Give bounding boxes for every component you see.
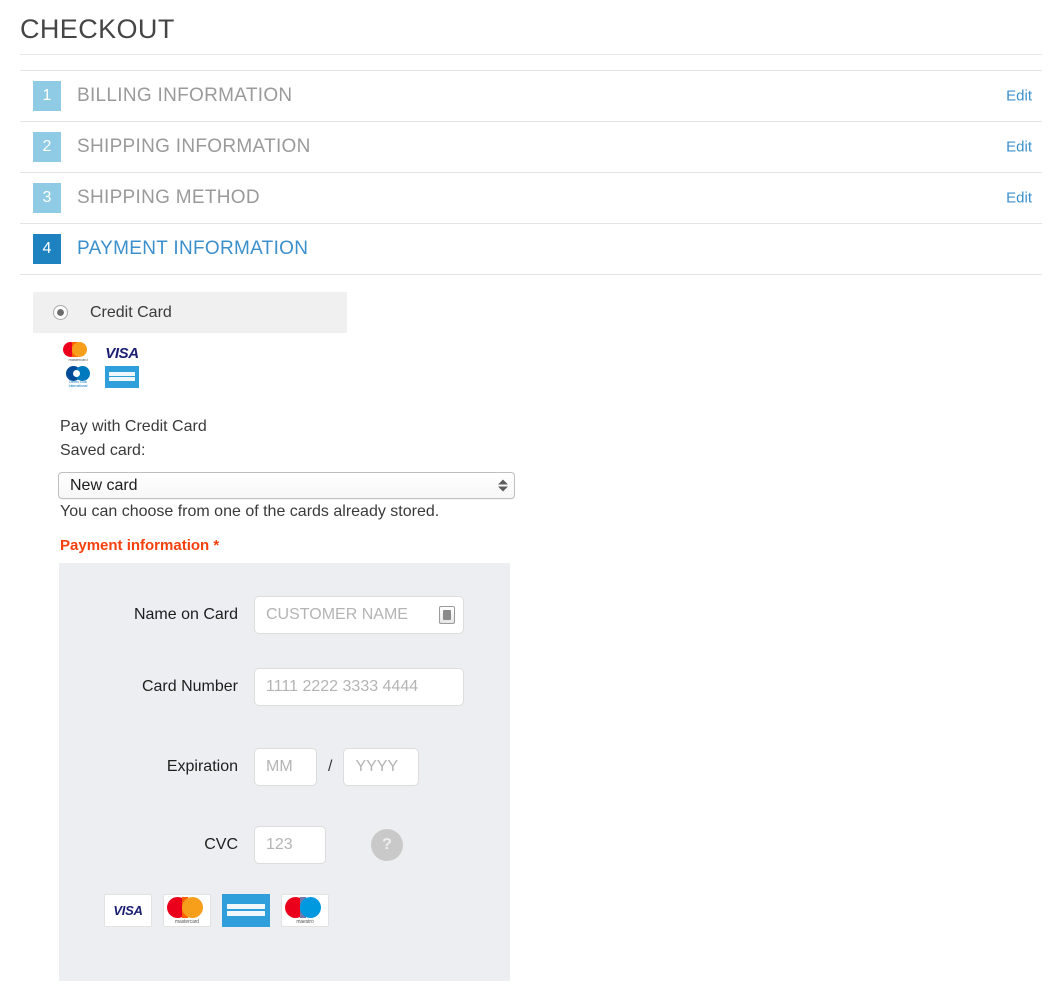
step-number-badge: 1 bbox=[33, 81, 61, 111]
diners-club-icon: Diners Club International bbox=[58, 365, 98, 389]
page-title: CHECKOUT bbox=[20, 14, 175, 44]
checkout-steps: 1 BILLING INFORMATION Edit 2 SHIPPING IN… bbox=[20, 71, 1042, 275]
diners-wordmark-line2: International bbox=[68, 383, 88, 388]
visa-icon: VISA bbox=[104, 894, 152, 927]
input-cvc-placeholder: 123 bbox=[266, 836, 293, 853]
input-cvc[interactable]: 123 bbox=[254, 826, 326, 864]
step-row-payment-information[interactable]: 4 PAYMENT INFORMATION bbox=[20, 224, 1042, 275]
input-expiration-year[interactable]: YYYY bbox=[343, 748, 420, 786]
american-express-icon bbox=[222, 894, 270, 927]
step-title: BILLING INFORMATION bbox=[77, 85, 293, 106]
title-divider-upper bbox=[20, 54, 1042, 55]
input-expiration-month[interactable]: MM bbox=[254, 748, 317, 786]
field-row-expiration: Expiration MM / YYYY bbox=[73, 748, 493, 786]
payment-form-panel: Name on Card CUSTOMER NAME Card Number 1… bbox=[59, 563, 510, 981]
input-name-on-card-placeholder: CUSTOMER NAME bbox=[266, 606, 408, 623]
input-expiration-year-placeholder: YYYY bbox=[355, 758, 399, 775]
input-name-on-card[interactable]: CUSTOMER NAME bbox=[254, 596, 464, 634]
chevron-updown-icon[interactable] bbox=[497, 476, 508, 495]
step-number-badge: 4 bbox=[33, 234, 61, 264]
expiration-separator: / bbox=[328, 758, 333, 775]
required-label-text: Payment information bbox=[60, 537, 210, 554]
step-number-badge: 3 bbox=[33, 183, 61, 213]
input-card-number-placeholder: 1111 2222 3333 4444 bbox=[266, 678, 419, 695]
visa-wordmark: VISA bbox=[113, 903, 143, 918]
accepted-card-brands-top: mastercard VISA Diners Club Internationa… bbox=[58, 341, 142, 389]
mastercard-wordmark: mastercard bbox=[68, 357, 88, 362]
american-express-icon bbox=[102, 365, 142, 389]
label-name-on-card: Name on Card bbox=[133, 606, 238, 623]
visa-icon: VISA bbox=[105, 344, 139, 362]
step-number-badge: 2 bbox=[33, 132, 61, 162]
saved-card-hint: You can choose from one of the cards alr… bbox=[60, 503, 440, 520]
contact-card-autofill-icon[interactable] bbox=[439, 606, 455, 624]
step-title: PAYMENT INFORMATION bbox=[77, 238, 309, 259]
edit-link-billing-information[interactable]: Edit bbox=[1006, 88, 1032, 105]
saved-card-selected-value: New card bbox=[70, 476, 138, 494]
cvc-help-icon[interactable]: ? bbox=[371, 829, 403, 861]
mastercard-icon: mastercard bbox=[163, 894, 211, 927]
maestro-wordmark: maestro bbox=[296, 918, 314, 925]
label-expiration: Expiration bbox=[166, 758, 238, 775]
pay-with-heading: Pay with Credit Card bbox=[60, 418, 207, 435]
input-expiration-month-placeholder: MM bbox=[266, 758, 293, 775]
step-title: SHIPPING METHOD bbox=[77, 187, 260, 208]
step-row-billing-information[interactable]: 1 BILLING INFORMATION Edit bbox=[20, 71, 1042, 122]
payment-method-label: Credit Card bbox=[90, 303, 172, 321]
mastercard-wordmark: mastercard bbox=[174, 918, 199, 925]
saved-card-label: Saved card: bbox=[60, 442, 146, 459]
edit-link-shipping-method[interactable]: Edit bbox=[1006, 190, 1032, 207]
radio-credit-card[interactable] bbox=[53, 305, 68, 320]
step-title: SHIPPING INFORMATION bbox=[77, 136, 311, 157]
payment-method-credit-card[interactable]: Credit Card bbox=[33, 292, 347, 333]
input-card-number[interactable]: 1111 2222 3333 4444 bbox=[254, 668, 464, 706]
field-row-name-on-card: Name on Card CUSTOMER NAME bbox=[73, 596, 493, 634]
checkout-page: CHECKOUT 1 BILLING INFORMATION Edit 2 SH… bbox=[0, 0, 1062, 1003]
saved-card-select[interactable]: New card bbox=[58, 472, 515, 499]
step-row-shipping-information[interactable]: 2 SHIPPING INFORMATION Edit bbox=[20, 122, 1042, 173]
accepted-card-brands-bottom: VISA mastercard maestro bbox=[104, 894, 329, 927]
field-row-cvc: CVC 123 ? bbox=[73, 826, 493, 864]
field-row-card-number: Card Number 1111 2222 3333 4444 bbox=[73, 668, 493, 706]
mastercard-icon: mastercard bbox=[58, 341, 98, 365]
maestro-icon: maestro bbox=[281, 894, 329, 927]
required-marker: * bbox=[213, 537, 220, 554]
edit-link-shipping-information[interactable]: Edit bbox=[1006, 139, 1032, 156]
label-card-number: Card Number bbox=[141, 678, 238, 695]
label-cvc: CVC bbox=[204, 836, 238, 853]
payment-information-required-label: Payment information * bbox=[60, 537, 219, 554]
step-row-shipping-method[interactable]: 3 SHIPPING METHOD Edit bbox=[20, 173, 1042, 224]
